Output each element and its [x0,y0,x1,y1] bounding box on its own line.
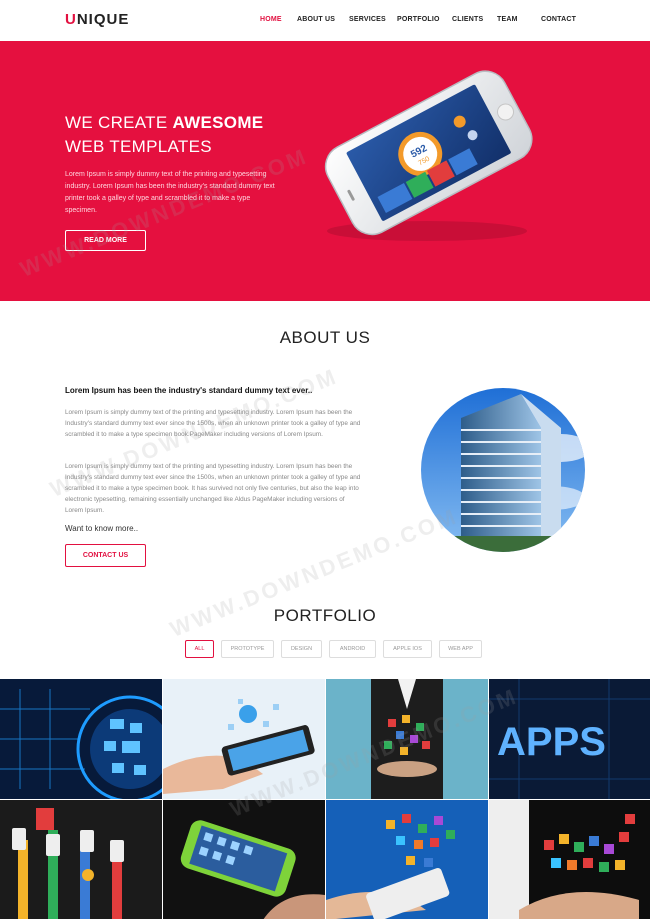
hero-section: WE CREATE AWESOME WEB TEMPLATES Lorem Ip… [0,41,650,301]
about-paragraph-1: Lorem Ipsum is simply dummy text of the … [65,409,361,438]
filter-prototype[interactable]: PROTOTYPE [221,640,274,658]
portfolio-item-hand-phone[interactable] [163,679,325,799]
hero-title-line2: WEB TEMPLATES [65,137,212,156]
contact-us-button[interactable]: CONTACT US [65,544,146,567]
nav-contact[interactable]: CONTACT [541,16,576,23]
portfolio-item-hands-phones[interactable] [0,800,162,919]
nav-about-us[interactable]: ABOUT US [297,16,335,23]
about-lead: Lorem Ipsum has been the industry's stan… [65,386,313,395]
filter-all[interactable]: ALL [185,640,214,658]
filter-apple-ios[interactable]: APPLE IOS [383,640,432,658]
filter-design[interactable]: DESIGN [281,640,322,658]
portfolio-item-apps-text[interactable]: APPS [489,679,650,799]
portfolio-item-hand-icons[interactable] [489,800,650,919]
site-header: UNIQUE HOME ABOUT US SERVICES PORTFOLIO … [0,0,650,41]
portfolio-filters: ALL PROTOTYPE DESIGN ANDROID APPLE IOS W… [0,640,650,658]
hero-title-bold: AWESOME [172,113,264,132]
nav-home[interactable]: HOME [260,16,282,23]
hero-title: WE CREATE AWESOME WEB TEMPLATES [65,111,263,159]
read-more-button[interactable]: READ MORE [65,230,146,251]
apps-word: APPS [497,720,606,764]
nav-clients[interactable]: CLIENTS [452,16,483,23]
hero-title-light: WE CREATE [65,113,173,132]
nav-team[interactable]: TEAM [497,16,518,23]
hero-description: Lorem Ipsum is simply dummy text of the … [65,171,275,214]
portfolio-grid: APPS [0,679,650,919]
portfolio-item-business-apps[interactable] [326,679,488,799]
filter-android[interactable]: ANDROID [329,640,376,658]
portfolio-item-green-phone[interactable] [163,800,325,919]
phone-image: 592 750 [312,61,542,251]
filter-web-app[interactable]: WEB APP [439,640,482,658]
portfolio-item-tablet-icons[interactable] [326,800,488,919]
portfolio-item-tech-circle[interactable] [0,679,162,799]
portfolio-title: PORTFOLIO [273,606,377,625]
nav-portfolio[interactable]: PORTFOLIO [397,16,440,23]
main-nav: HOME ABOUT US SERVICES PORTFOLIO CLIENTS… [0,16,650,28]
about-title: ABOUT US [279,328,371,347]
building-image [421,388,585,552]
nav-services[interactable]: SERVICES [349,16,386,23]
about-paragraph-2: Lorem Ipsum is simply dummy text of the … [65,463,361,514]
want-to-know-more: Want to know more.. [65,524,139,533]
